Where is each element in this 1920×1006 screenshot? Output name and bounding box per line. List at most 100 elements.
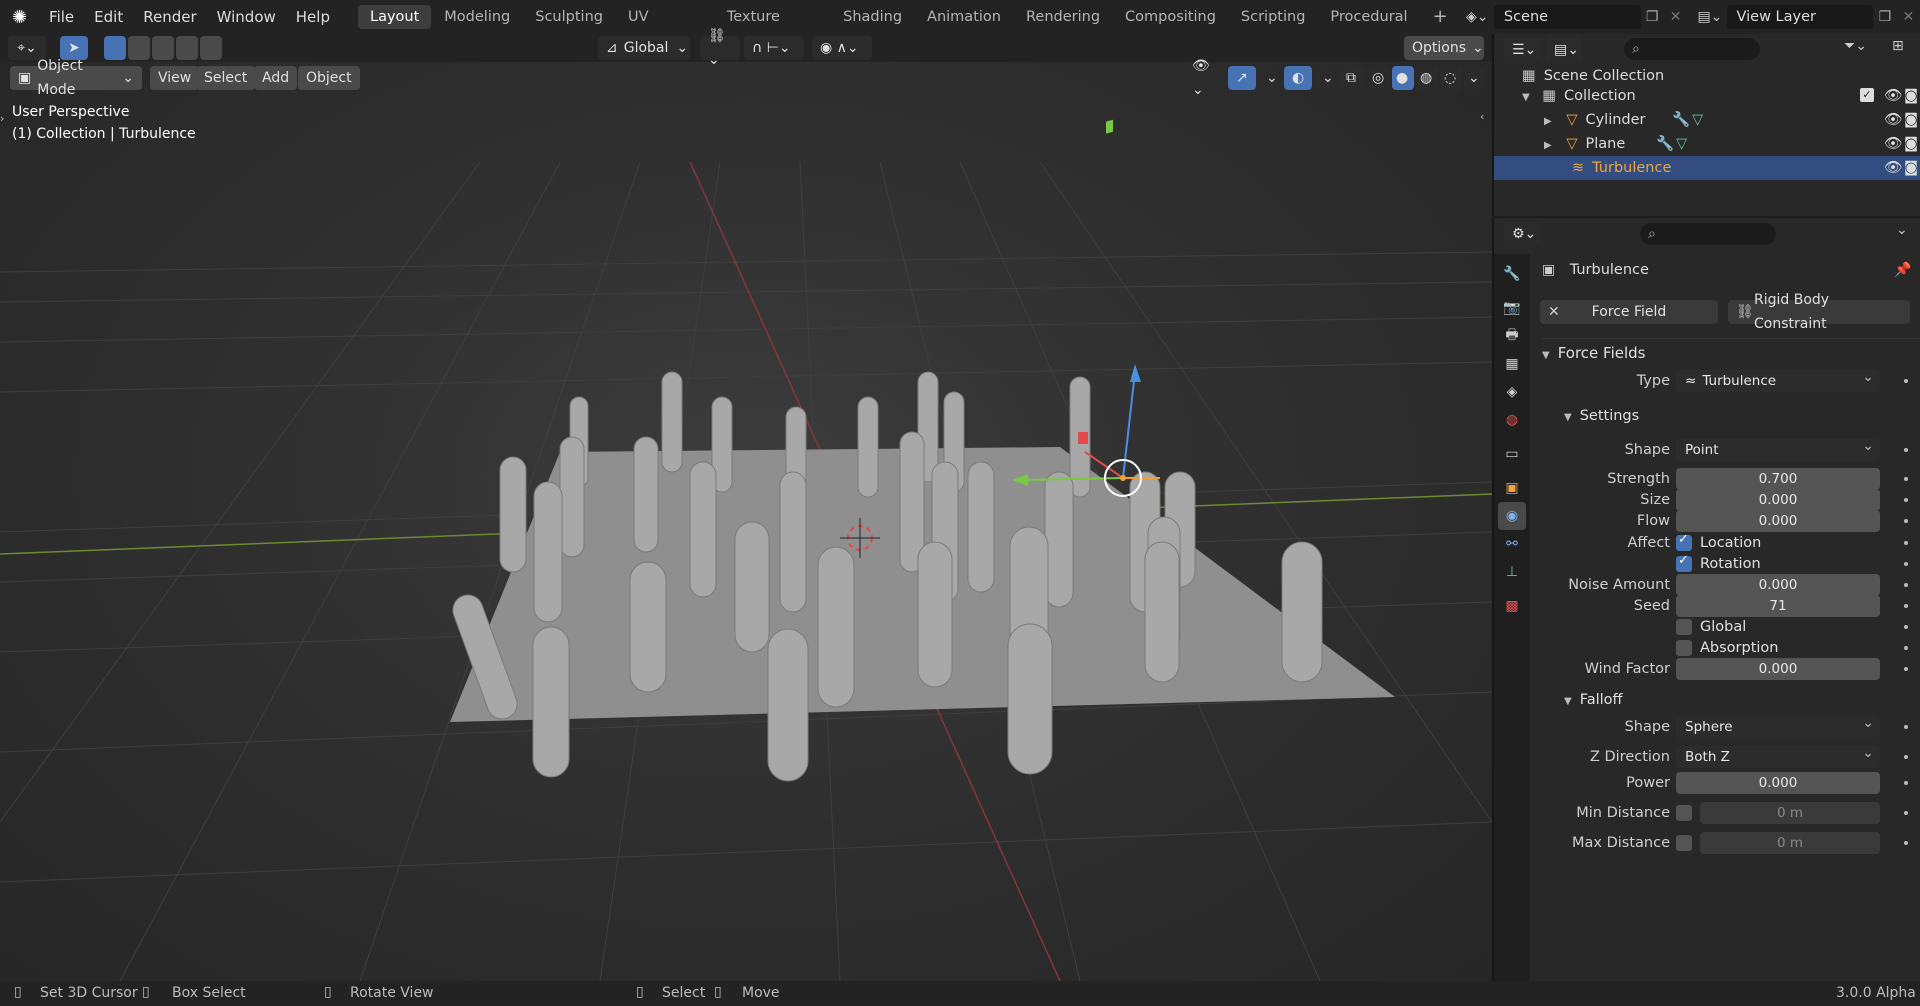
- world-tab-icon[interactable]: ◍: [1498, 406, 1526, 434]
- add-menu[interactable]: Add: [254, 66, 298, 90]
- camera-icon[interactable]: ◙: [1904, 156, 1918, 180]
- modifier-wrench-icon[interactable]: 🔧: [1672, 108, 1690, 132]
- eye-icon[interactable]: 👁: [1884, 84, 1902, 108]
- rigid-body-constraint-button[interactable]: ⛓ Rigid Body Constraint: [1728, 292, 1910, 332]
- sidebar-expand-icon[interactable]: ‹: [1480, 110, 1490, 126]
- object-tab-icon[interactable]: ▣: [1498, 474, 1526, 502]
- camera-icon[interactable]: ◙: [1904, 84, 1918, 108]
- display-mode-icon[interactable]: ▤⌄: [1546, 38, 1582, 62]
- physics-tab-icon[interactable]: ◉: [1498, 502, 1526, 530]
- tab-compositing[interactable]: Compositing: [1113, 5, 1228, 29]
- absorption-checkbox[interactable]: [1676, 640, 1692, 656]
- settings-section-header[interactable]: ▼ Settings: [1564, 406, 1639, 426]
- tab-procedural[interactable]: Procedural: [1318, 5, 1419, 29]
- animate-dot-icon[interactable]: [1904, 841, 1908, 845]
- affect-rotation-checkbox[interactable]: [1676, 553, 1692, 572]
- animate-dot-icon[interactable]: [1904, 448, 1908, 452]
- menu-render[interactable]: Render: [133, 0, 206, 34]
- new-collection-icon[interactable]: ⊞: [1892, 38, 1904, 54]
- visibility-filter-icon[interactable]: 👁⌄: [1184, 58, 1222, 98]
- animate-dot-icon[interactable]: [1904, 477, 1908, 481]
- collection-tab-icon[interactable]: ▭: [1498, 440, 1526, 468]
- scene-name-field[interactable]: Scene: [1493, 5, 1641, 29]
- properties-search-input[interactable]: ⌕: [1640, 223, 1776, 245]
- object-data-tab-icon[interactable]: ⊥: [1498, 558, 1526, 586]
- constraints-tab-icon[interactable]: ⚯: [1498, 530, 1526, 558]
- min-distance-checkbox[interactable]: [1676, 805, 1692, 821]
- solid-shading-icon[interactable]: ●: [1392, 66, 1414, 90]
- transform-gizmo[interactable]: [1012, 119, 1160, 497]
- remove-view-layer-icon[interactable]: ✕: [1897, 9, 1920, 25]
- tab-sculpting[interactable]: Sculpting: [523, 5, 615, 29]
- view-menu[interactable]: View: [150, 66, 200, 90]
- add-workspace-button[interactable]: +: [1421, 5, 1460, 29]
- scene-selector-icon[interactable]: ◈⌄: [1461, 9, 1494, 25]
- outliner-search-input[interactable]: ⌕: [1624, 38, 1760, 60]
- outliner-row-cylinder[interactable]: ▶ ▽ Cylinder 🔧 ▽ 👁 ◙: [1494, 108, 1920, 132]
- type-dropdown[interactable]: ≈ Turbulence: [1676, 366, 1880, 392]
- outliner-editor-type-icon[interactable]: ☰⌄: [1504, 38, 1540, 62]
- 3d-viewport[interactable]: User Perspective (1) Collection | Turbul…: [0, 62, 1492, 981]
- object-menu[interactable]: Object: [298, 66, 360, 90]
- animate-dot-icon[interactable]: [1904, 379, 1908, 383]
- animate-dot-icon[interactable]: [1904, 667, 1908, 671]
- outliner-row-plane[interactable]: ▶ ▽ Plane 🔧 ▽ 👁 ◙: [1494, 132, 1920, 156]
- material-shading-icon[interactable]: ◍: [1416, 66, 1438, 90]
- menu-edit[interactable]: Edit: [84, 0, 133, 34]
- animate-dot-icon[interactable]: [1904, 755, 1908, 759]
- force-fields-section-header[interactable]: ▼ Force Fields: [1542, 338, 1920, 366]
- camera-icon[interactable]: ◙: [1904, 132, 1918, 156]
- eye-icon[interactable]: 👁: [1884, 132, 1902, 156]
- pivot-point-icon[interactable]: ⛓⌄: [700, 28, 740, 68]
- gizmo-toggle-icon[interactable]: ↗: [1228, 66, 1256, 90]
- animate-dot-icon[interactable]: [1904, 604, 1908, 608]
- z-direction-dropdown[interactable]: Both Z: [1676, 742, 1880, 768]
- menu-file[interactable]: File: [39, 0, 84, 34]
- modifier-wrench-icon[interactable]: 🔧: [1656, 132, 1674, 156]
- chevron-down-icon[interactable]: ⌄: [1896, 222, 1908, 238]
- global-checkbox[interactable]: [1676, 619, 1692, 635]
- force-field-button[interactable]: ✕ Force Field: [1540, 300, 1718, 324]
- eye-icon[interactable]: 👁: [1884, 108, 1902, 132]
- select-intersect-icon[interactable]: [200, 36, 222, 60]
- max-distance-checkbox[interactable]: [1676, 835, 1692, 851]
- falloff-section-header[interactable]: ▼ Falloff: [1564, 690, 1623, 710]
- pin-icon[interactable]: 📌: [1894, 258, 1911, 282]
- proportional-edit-icon[interactable]: ◉ ∧⌄: [812, 36, 872, 60]
- animate-dot-icon[interactable]: [1904, 725, 1908, 729]
- menu-help[interactable]: Help: [286, 0, 340, 34]
- mesh-data-icon[interactable]: ▽: [1676, 132, 1687, 156]
- outliner-row-collection[interactable]: ▼ ▦ Collection ✓ 👁 ◙: [1494, 84, 1920, 108]
- tool-tab-icon[interactable]: 🔧: [1498, 260, 1526, 288]
- tab-scripting[interactable]: Scripting: [1229, 5, 1317, 29]
- blender-logo-icon[interactable]: ✺: [0, 7, 39, 28]
- expand-right-icon[interactable]: ▶: [1544, 116, 1552, 127]
- transform-orientation-dropdown[interactable]: ⊿ Global ⌄: [598, 36, 690, 60]
- overlays-toggle-icon[interactable]: ◐: [1284, 66, 1312, 90]
- tab-shading[interactable]: Shading: [831, 5, 914, 29]
- tab-rendering[interactable]: Rendering: [1014, 5, 1112, 29]
- menu-window[interactable]: Window: [207, 0, 286, 34]
- close-icon[interactable]: ✕: [1548, 300, 1560, 324]
- eye-icon[interactable]: 👁: [1884, 156, 1902, 180]
- shape-dropdown[interactable]: Point: [1676, 435, 1880, 461]
- animate-dot-icon[interactable]: [1904, 583, 1908, 587]
- collection-checkbox-icon[interactable]: ✓: [1860, 88, 1874, 102]
- view-layer-tab-icon[interactable]: ▦: [1498, 350, 1526, 378]
- copy-view-layer-icon[interactable]: ❐: [1873, 9, 1896, 25]
- xray-toggle-icon[interactable]: ⧉: [1338, 66, 1364, 90]
- wireframe-shading-icon[interactable]: ◎: [1368, 66, 1390, 90]
- texture-tab-icon[interactable]: ▩: [1498, 592, 1526, 620]
- min-distance-field[interactable]: 0 m: [1700, 802, 1880, 824]
- toolbar-expand-icon[interactable]: ›: [0, 112, 6, 128]
- tab-animation[interactable]: Animation: [915, 5, 1013, 29]
- wind-factor-field[interactable]: 0.000: [1676, 658, 1880, 680]
- camera-icon[interactable]: ◙: [1904, 108, 1918, 132]
- rendered-shading-icon[interactable]: ◌: [1440, 66, 1462, 90]
- animate-dot-icon[interactable]: [1904, 562, 1908, 566]
- animate-dot-icon[interactable]: [1904, 498, 1908, 502]
- filter-icon[interactable]: ⏷⌄: [1844, 38, 1867, 54]
- animate-dot-icon[interactable]: [1904, 541, 1908, 545]
- shading-menu-icon[interactable]: ⌄: [1464, 66, 1484, 90]
- gizmo-menu-icon[interactable]: ⌄: [1258, 66, 1278, 90]
